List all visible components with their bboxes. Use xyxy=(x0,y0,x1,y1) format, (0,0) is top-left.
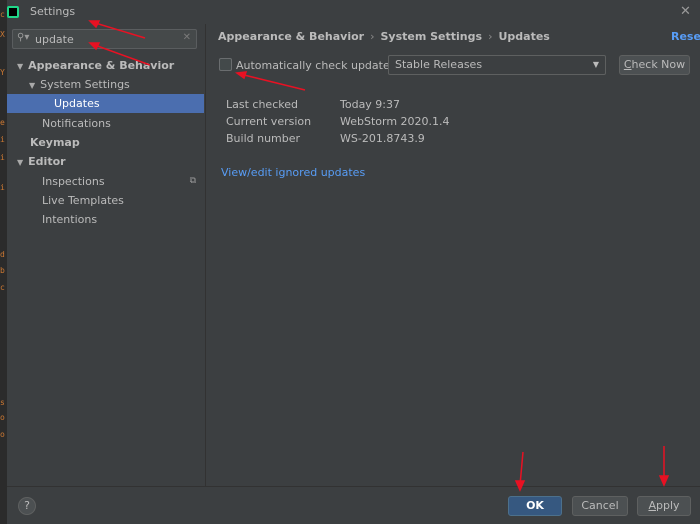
search-icon[interactable]: ⚲▾ xyxy=(17,32,29,43)
gutter-char: e xyxy=(0,118,5,127)
current-version-label: Current version xyxy=(226,115,312,128)
update-channel-select[interactable]: Stable Releases ▼ xyxy=(388,55,606,75)
webstorm-app-icon xyxy=(7,6,19,18)
tree-item-label: Inspections xyxy=(42,175,105,188)
apply-mnemonic: A xyxy=(648,499,656,512)
breadcrumb-system-settings: System Settings xyxy=(380,30,483,43)
breadcrumb: Appearance & Behavior › System Settings › Up… xyxy=(218,30,550,43)
project-level-icon: ⧉ xyxy=(189,176,196,186)
reset-link[interactable]: Reset xyxy=(671,30,700,43)
auto-check-updates-checkbox[interactable] xyxy=(219,58,232,71)
tree-item-notifications[interactable]: Notifications xyxy=(7,114,204,133)
chevron-down-icon: ▼ xyxy=(592,60,599,69)
tree-item-updates[interactable]: Updates xyxy=(7,94,204,113)
tree-item-system-settings[interactable]: ▼ System Settings xyxy=(7,75,204,94)
close-icon[interactable]: ✕ xyxy=(680,4,691,19)
check-now-button[interactable]: Check Now xyxy=(619,55,690,75)
tree-item-intentions[interactable]: Intentions xyxy=(7,210,204,229)
tree-item-keymap[interactable]: Keymap xyxy=(7,133,204,152)
updates-settings-pane xyxy=(205,24,700,486)
tree-item-label: System Settings xyxy=(40,78,130,91)
gutter-char: s xyxy=(0,398,5,407)
ok-button[interactable]: OK xyxy=(508,496,562,516)
last-checked-label: Last checked xyxy=(226,98,298,111)
last-checked-value: Today 9:37 xyxy=(340,98,401,111)
breadcrumb-updates: Updates xyxy=(498,30,550,43)
tree-item-editor[interactable]: ▼ Editor xyxy=(7,152,204,171)
gutter-char: o xyxy=(0,413,5,422)
gutter-char: o xyxy=(0,430,5,439)
gutter-char: b xyxy=(0,266,5,275)
build-number-value: WS-201.8743.9 xyxy=(340,132,425,145)
current-version-value: WebStorm 2020.1.4 xyxy=(340,115,450,128)
title-bar xyxy=(7,0,700,24)
gutter-char: i xyxy=(0,153,5,162)
update-channel-value: Stable Releases xyxy=(395,58,483,71)
window-title: Settings xyxy=(30,5,76,18)
check-now-label: heck Now xyxy=(631,58,686,71)
view-ignored-updates-link[interactable]: View/edit ignored updates xyxy=(221,166,365,179)
settings-search-box[interactable]: ⚲▾ ✕ xyxy=(12,29,197,49)
gutter-char: Y xyxy=(0,68,5,77)
search-input[interactable] xyxy=(35,32,175,46)
breadcrumb-separator: › xyxy=(370,30,375,43)
gutter-char: X xyxy=(0,30,5,39)
tree-item-label: Updates xyxy=(54,97,100,110)
expand-arrow-icon[interactable]: ▼ xyxy=(17,158,23,167)
gutter-char: i xyxy=(0,135,5,144)
gutter-char: c xyxy=(0,10,5,19)
help-button[interactable]: ? xyxy=(18,497,36,515)
breadcrumb-appearance: Appearance & Behavior xyxy=(218,30,365,43)
tree-item-label: Notifications xyxy=(42,117,111,130)
tree-item-label: Live Templates xyxy=(42,194,124,207)
apply-label: pply xyxy=(656,499,680,512)
tree-item-inspections[interactable]: Inspections ⧉ xyxy=(7,172,204,191)
cancel-button[interactable]: Cancel xyxy=(572,496,628,516)
expand-arrow-icon[interactable]: ▼ xyxy=(29,81,35,90)
tree-item-label: Appearance & Behavior xyxy=(28,59,175,72)
breadcrumb-separator: › xyxy=(488,30,493,43)
gutter-char: c xyxy=(0,283,5,292)
editor-gutter: c X Y e i i i d b c s o o xyxy=(0,0,7,524)
expand-arrow-icon[interactable]: ▼ xyxy=(17,62,23,71)
tree-item-label: Intentions xyxy=(42,213,98,226)
gutter-char: d xyxy=(0,250,5,259)
tree-item-label: Keymap xyxy=(30,136,80,149)
apply-button[interactable]: Apply xyxy=(637,496,691,516)
tree-item-live-templates[interactable]: Live Templates xyxy=(7,191,204,210)
check-now-mnemonic: C xyxy=(623,58,632,71)
tree-item-label: Editor xyxy=(28,155,66,168)
gutter-char: i xyxy=(0,183,5,192)
build-number-label: Build number xyxy=(226,132,301,145)
tree-item-appearance-behavior[interactable]: ▼ Appearance & Behavior xyxy=(7,56,204,75)
clear-search-icon[interactable]: ✕ xyxy=(183,32,191,43)
